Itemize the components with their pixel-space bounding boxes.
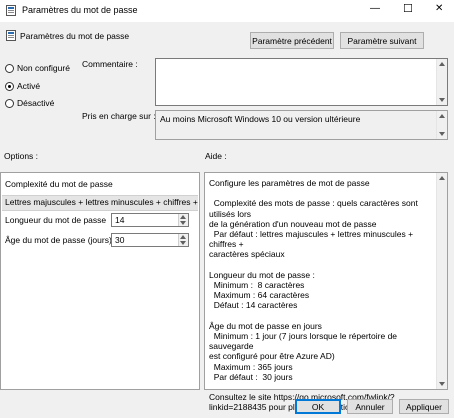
- app-icon: [6, 5, 16, 16]
- length-spin-buttons[interactable]: [178, 214, 188, 226]
- comment-label: Commentaire :: [82, 59, 138, 69]
- maximize-icon[interactable]: ☐: [403, 2, 413, 15]
- radio-disabled-label: Désactivé: [17, 98, 55, 108]
- complexity-value: Lettres majuscules + lettres minuscules …: [5, 197, 198, 207]
- supported-on-box: Au moins Microsoft Windows 10 ou version…: [155, 110, 448, 140]
- help-line: [209, 188, 435, 198]
- complexity-label: Complexité du mot de passe: [5, 179, 113, 189]
- supported-on-scrollbar[interactable]: [436, 111, 447, 139]
- help-line: caractères spéciaux: [209, 249, 285, 260]
- age-spin-buttons[interactable]: [178, 234, 188, 246]
- scroll-up-icon[interactable]: [439, 176, 445, 180]
- radio-disabled[interactable]: [5, 99, 14, 108]
- help-line: Minimum : 1 jour (7 jours lorsque le rép…: [209, 331, 400, 352]
- help-line: Configure les paramètres de mot de passe: [209, 178, 370, 188]
- spin-up-icon[interactable]: [180, 215, 186, 219]
- help-line: de la génération d'un nouveau mot de pas…: [209, 218, 377, 229]
- help-line: Maximum : 64 caractères: [209, 290, 310, 301]
- help-text: Configure les paramètres de mot de passe…: [209, 178, 435, 413]
- minimize-icon[interactable]: —: [370, 3, 380, 14]
- help-panel: Configure les paramètres de mot de passe…: [204, 172, 448, 412]
- next-setting-button[interactable]: Paramètre suivant: [340, 32, 424, 49]
- age-value: 30: [115, 235, 125, 245]
- length-label: Longueur du mot de passe: [5, 215, 107, 225]
- scroll-down-icon[interactable]: [439, 98, 445, 102]
- cancel-button[interactable]: Annuler: [347, 399, 393, 414]
- radio-enabled[interactable]: [5, 82, 14, 91]
- help-line: Maximum : 365 jours: [209, 361, 293, 372]
- spin-down-icon[interactable]: [180, 241, 186, 245]
- help-line: est configuré pour être Azure AD): [209, 351, 335, 362]
- length-value: 14: [115, 215, 125, 225]
- help-line: Âge du mot de passe en jours: [209, 320, 322, 331]
- ok-button[interactable]: OK: [295, 399, 341, 414]
- radio-not-configured[interactable]: [5, 64, 14, 73]
- help-scrollbar[interactable]: [436, 173, 447, 389]
- scroll-down-icon[interactable]: [439, 132, 445, 136]
- window-title: Paramètres du mot de passe: [22, 5, 138, 15]
- comment-scrollbar[interactable]: [436, 59, 447, 105]
- help-line: Défaut : 14 caractères: [209, 300, 298, 311]
- radio-enabled-label: Activé: [17, 81, 41, 91]
- scroll-down-icon[interactable]: [439, 382, 445, 386]
- comment-textarea[interactable]: [155, 58, 448, 106]
- scroll-up-icon[interactable]: [439, 114, 445, 118]
- help-label: Aide :: [205, 151, 227, 161]
- supported-on-label: Pris en charge sur :: [82, 111, 156, 121]
- close-icon[interactable]: ✕: [435, 3, 443, 14]
- help-line: Longueur du mot de passe :: [209, 269, 315, 280]
- policy-title: Paramètres du mot de passe: [20, 31, 130, 41]
- age-label: Âge du mot de passe (jours): [5, 235, 112, 245]
- previous-setting-button[interactable]: Paramètre précédent: [250, 32, 334, 49]
- complexity-dropdown[interactable]: Lettres majuscules + lettres minuscules …: [2, 195, 198, 211]
- title-bar: Paramètres du mot de passe — ☐ ✕: [0, 0, 454, 22]
- scroll-up-icon[interactable]: [439, 62, 445, 66]
- help-line: Par défaut : lettres majuscules + lettre…: [209, 229, 416, 250]
- help-line: [209, 382, 435, 392]
- supported-on-value: Au moins Microsoft Windows 10 ou version…: [160, 114, 361, 124]
- help-line: Complexité des mots de passe : quels car…: [209, 198, 421, 219]
- age-stepper[interactable]: 30: [111, 233, 189, 247]
- length-stepper[interactable]: 14: [111, 213, 189, 227]
- help-line: Minimum : 8 caractères: [209, 280, 305, 291]
- apply-button[interactable]: Appliquer: [399, 399, 449, 414]
- options-panel: Complexité du mot de passe Lettres majus…: [0, 172, 200, 390]
- options-label: Options :: [4, 151, 39, 161]
- spin-down-icon[interactable]: [180, 221, 186, 225]
- spin-up-icon[interactable]: [180, 235, 186, 239]
- policy-icon: [6, 30, 16, 41]
- help-line: [209, 260, 435, 270]
- radio-not-configured-label: Non configuré: [17, 63, 70, 73]
- help-line: Par défaut : 30 jours: [209, 371, 293, 382]
- help-line: [209, 311, 435, 321]
